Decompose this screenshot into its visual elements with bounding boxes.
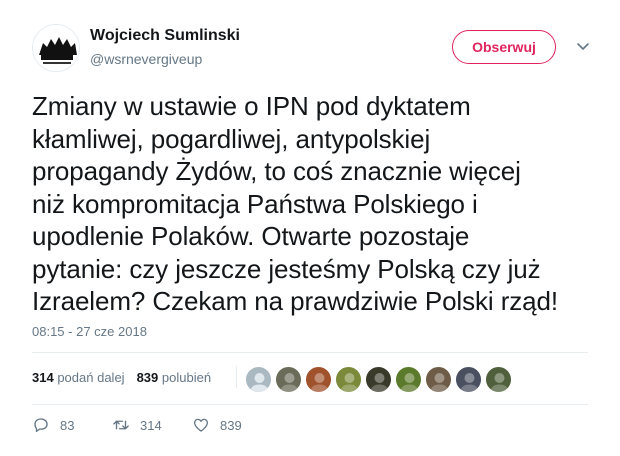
like-count: 839: [220, 417, 242, 433]
user-icon: [280, 373, 299, 392]
retweets-stat[interactable]: 314 podań dalej: [32, 370, 125, 385]
tweet-timestamp[interactable]: 08:15 - 27 cze 2018: [32, 324, 147, 339]
liker-avatar[interactable]: [245, 366, 272, 393]
liker-avatar[interactable]: [335, 366, 362, 393]
stats-separator: [236, 366, 237, 388]
liker-avatar[interactable]: [275, 366, 302, 393]
liker-avatar[interactable]: [305, 366, 332, 393]
follow-button[interactable]: Obserwuj: [452, 30, 556, 64]
author-handle[interactable]: @wsrnevergiveup: [90, 51, 202, 67]
user-icon: [490, 373, 509, 392]
user-icon: [370, 373, 389, 392]
liker-avatar[interactable]: [485, 366, 512, 393]
reply-icon: [34, 418, 48, 433]
likes-stat-count: 839: [136, 370, 159, 385]
author-avatar[interactable]: [32, 24, 80, 72]
retweet-icon: [113, 420, 129, 430]
user-icon: [430, 373, 449, 392]
user-icon: [460, 373, 479, 392]
user-icon: [400, 373, 419, 392]
reply-count: 83: [60, 417, 75, 433]
liker-avatar[interactable]: [455, 366, 482, 393]
user-icon: [340, 373, 359, 392]
reply-button[interactable]: 83: [32, 412, 74, 438]
retweet-button[interactable]: 314: [112, 412, 162, 438]
liker-avatar[interactable]: [395, 366, 422, 393]
retweets-stat-label: podań dalej: [57, 370, 125, 385]
chevron-down-icon[interactable]: [576, 40, 590, 54]
retweets-stat-count: 314: [32, 370, 54, 385]
author-name[interactable]: Wojciech Sumlinski: [90, 27, 240, 45]
user-icon: [310, 373, 329, 392]
user-icon: [250, 373, 269, 392]
liker-avatars: [245, 366, 512, 393]
divider: [32, 404, 588, 405]
likes-stat[interactable]: 839 polubień: [137, 370, 211, 385]
like-button[interactable]: 839: [192, 412, 242, 438]
liker-avatar[interactable]: [365, 366, 392, 393]
tweet-text: Zmiany w ustawie o IPN pod dyktatem kłam…: [32, 91, 559, 316]
likes-stat-label: polubień: [161, 370, 212, 385]
retweet-count: 314: [140, 417, 162, 433]
heart-icon: [193, 418, 209, 432]
divider: [32, 352, 588, 353]
tweet-stats: 314 podań dalej 839 polubień: [32, 370, 211, 385]
liker-avatar[interactable]: [425, 366, 452, 393]
logo-avatar-icon: [33, 25, 79, 71]
